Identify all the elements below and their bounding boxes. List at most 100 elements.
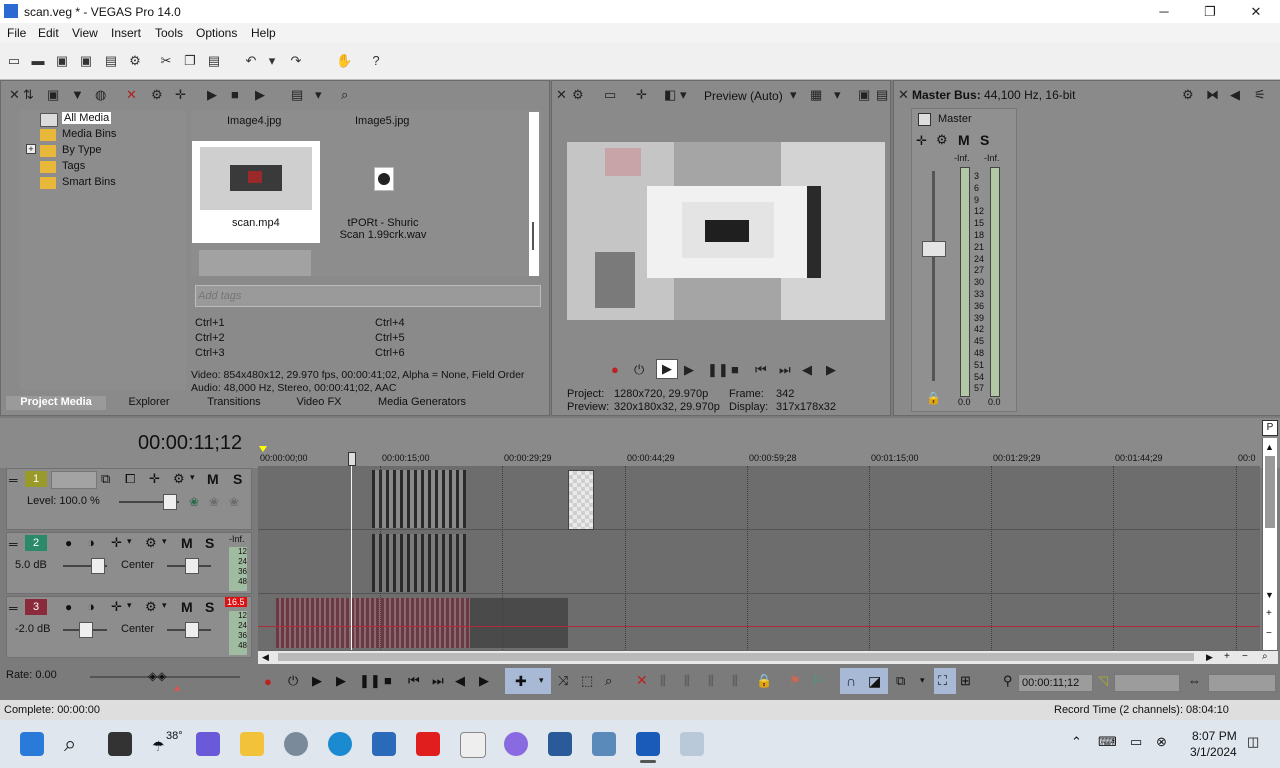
track-fx-icon[interactable]: ✛ bbox=[111, 599, 122, 615]
media-item-partial[interactable] bbox=[199, 250, 311, 276]
copy-snapshot-icon[interactable]: ▣ bbox=[858, 87, 870, 103]
stop-icon[interactable]: ■ bbox=[731, 362, 739, 377]
stop-icon[interactable]: ■ bbox=[384, 673, 392, 688]
track-header-video-1[interactable]: ═ 1 ⧉ ⧠ ✛ ⚙ ▾ M S Level: 100.0 % ❀ ❀ ❀ bbox=[6, 468, 252, 530]
envelope-tool-icon[interactable]: ⤨ bbox=[558, 673, 568, 689]
track-name-field[interactable] bbox=[51, 471, 97, 489]
bus-fx-icon[interactable]: ✛ bbox=[916, 133, 927, 149]
arm-record-icon[interactable]: ● bbox=[65, 600, 72, 614]
track-minimize-icon[interactable]: ═ bbox=[9, 537, 18, 551]
volume-slider-handle[interactable] bbox=[91, 558, 105, 574]
track-fx-dropdown-icon[interactable]: ▾ bbox=[190, 472, 195, 483]
image-event[interactable] bbox=[568, 470, 594, 530]
overlays-grid-icon[interactable]: ▦ bbox=[810, 87, 822, 103]
playhead-handle[interactable] bbox=[348, 452, 356, 466]
media-file-name[interactable]: Image5.jpg bbox=[355, 115, 409, 127]
scroll-left-icon[interactable]: ◀ bbox=[262, 652, 269, 663]
mixer-icon[interactable]: ✋ bbox=[336, 53, 352, 69]
get-media-icon[interactable]: ▼ bbox=[71, 87, 84, 102]
youtube-icon[interactable] bbox=[416, 732, 440, 756]
pane-close-icon[interactable]: ✕ bbox=[556, 87, 567, 103]
open-icon[interactable]: ▬ bbox=[30, 53, 46, 69]
trim-icon[interactable]: ⫼ bbox=[660, 673, 666, 689]
track-gear-dropdown-icon[interactable]: ▾ bbox=[162, 600, 167, 611]
master-solo-button[interactable]: S bbox=[980, 132, 989, 148]
search-icon[interactable]: ⌕ bbox=[341, 87, 348, 103]
track-motion-icon[interactable]: ⧉ bbox=[101, 471, 110, 487]
lock-icon[interactable]: 🔒 bbox=[926, 391, 941, 405]
level-slider-handle[interactable] bbox=[163, 494, 177, 510]
previous-frame-icon[interactable]: ◀ bbox=[455, 673, 465, 689]
ignore-grouping-icon[interactable]: ⊞ bbox=[960, 673, 971, 689]
preview-fx-dropdown-icon[interactable]: ▾ bbox=[680, 87, 687, 103]
capture-icon[interactable]: ▣ bbox=[47, 87, 59, 103]
minimize-button[interactable]: ─ bbox=[1141, 0, 1187, 23]
next-frame-icon[interactable]: ▶ bbox=[826, 362, 836, 378]
track-mute-button[interactable]: M bbox=[181, 599, 193, 615]
track-fx-dropdown-icon[interactable]: ▾ bbox=[127, 600, 132, 611]
selection-tool-icon[interactable]: ⬚ bbox=[581, 673, 593, 689]
show-hidden-icons-chevron-icon[interactable]: ⌃ bbox=[1071, 734, 1082, 750]
add-tags-input[interactable] bbox=[195, 285, 541, 307]
timeline-timecode[interactable]: 00:00:11;12 bbox=[138, 432, 242, 455]
mixer-settings-icon[interactable]: ⚟ bbox=[1254, 87, 1266, 103]
volume-slider-handle[interactable] bbox=[79, 622, 93, 638]
media-fx-gear-icon[interactable]: ⚙ bbox=[151, 87, 163, 103]
record-icon[interactable]: ● bbox=[264, 674, 272, 689]
rate-reset-icon[interactable]: ▲ bbox=[172, 683, 182, 694]
master-fader-handle[interactable] bbox=[922, 241, 946, 257]
track-fx-gear-icon[interactable]: ⚙ bbox=[145, 599, 157, 615]
play-from-start-icon[interactable]: ▶ bbox=[656, 359, 678, 379]
save-icon[interactable]: ▣ bbox=[54, 53, 70, 69]
track-fx-dropdown-icon[interactable]: ▾ bbox=[127, 536, 132, 547]
normal-edit-tool-button[interactable]: ✚ ▾ bbox=[505, 668, 551, 694]
split-icon[interactable]: ⫼ bbox=[732, 673, 738, 689]
scroll-thumb[interactable] bbox=[1265, 456, 1275, 528]
menu-edit[interactable]: Edit bbox=[38, 26, 59, 40]
track-solo-button[interactable]: S bbox=[205, 535, 214, 551]
file-explorer-icon[interactable] bbox=[240, 732, 264, 756]
preview-fx-icon[interactable]: ◧ bbox=[664, 87, 676, 103]
zoom-tool-icon[interactable]: ⌕ bbox=[605, 673, 612, 689]
preview-quality-select[interactable]: Preview (Auto) bbox=[704, 89, 783, 103]
clock-date[interactable]: 3/1/2024 bbox=[1190, 745, 1237, 759]
trim-start-icon[interactable]: ⫼ bbox=[684, 673, 690, 689]
external-monitor-icon[interactable]: ▭ bbox=[604, 87, 616, 103]
video-event[interactable] bbox=[372, 470, 466, 528]
word-icon[interactable] bbox=[460, 732, 486, 758]
new-icon[interactable]: ▭ bbox=[6, 53, 22, 69]
help-icon[interactable]: ? bbox=[368, 53, 384, 69]
menu-help[interactable]: Help bbox=[251, 26, 276, 40]
arm-record-icon[interactable]: ● bbox=[65, 536, 72, 550]
cut-icon[interactable]: ✂ bbox=[158, 53, 174, 69]
media-item-scan-mp4[interactable]: scan.mp4 bbox=[192, 141, 320, 243]
vegas-taskbar-icon[interactable] bbox=[636, 732, 660, 756]
media-file-name[interactable]: Image4.jpg bbox=[227, 115, 281, 127]
zoom-tool-icon[interactable]: ⌕ bbox=[1262, 651, 1268, 662]
media-scrollbar[interactable] bbox=[529, 112, 539, 276]
track-minimize-icon[interactable]: ═ bbox=[9, 473, 18, 487]
menu-tools[interactable]: Tools bbox=[155, 26, 183, 40]
track-gear-dropdown-icon[interactable]: ▾ bbox=[162, 536, 167, 547]
search-icon[interactable]: ⌕ bbox=[64, 731, 76, 757]
photos-icon[interactable] bbox=[680, 732, 704, 756]
web-icon[interactable]: ◍ bbox=[95, 87, 106, 103]
tab-media-generators[interactable]: Media Generators bbox=[362, 396, 482, 410]
track-fx-gear-icon[interactable]: ⚙ bbox=[145, 535, 157, 551]
mixer-properties-gear-icon[interactable]: ⚙ bbox=[1182, 87, 1194, 103]
snapping-toggle-group[interactable]: ∩ ◪ bbox=[840, 668, 888, 694]
properties-gear-icon[interactable]: ⚙ bbox=[127, 53, 143, 69]
audio-event[interactable] bbox=[372, 534, 466, 592]
rate-slider-handle[interactable]: ◈◈ bbox=[148, 669, 166, 683]
timeline-track-area[interactable] bbox=[258, 466, 1260, 650]
track-fx-icon[interactable]: ✛ bbox=[149, 471, 160, 487]
track-mute-button[interactable]: M bbox=[181, 535, 193, 551]
clock-time[interactable]: 8:07 PM bbox=[1192, 729, 1237, 743]
zoom-out-horizontal-icon[interactable]: − bbox=[1242, 651, 1248, 662]
trim-end-icon[interactable]: ⫼ bbox=[708, 673, 714, 689]
track-solo-button[interactable]: S bbox=[205, 599, 214, 615]
overlays-dropdown-icon[interactable]: ▾ bbox=[834, 87, 841, 103]
settings-gear-icon[interactable] bbox=[284, 732, 308, 756]
track-fx-icon[interactable]: ✛ bbox=[111, 535, 122, 551]
zoom-in-horizontal-icon[interactable]: + bbox=[1224, 651, 1230, 662]
